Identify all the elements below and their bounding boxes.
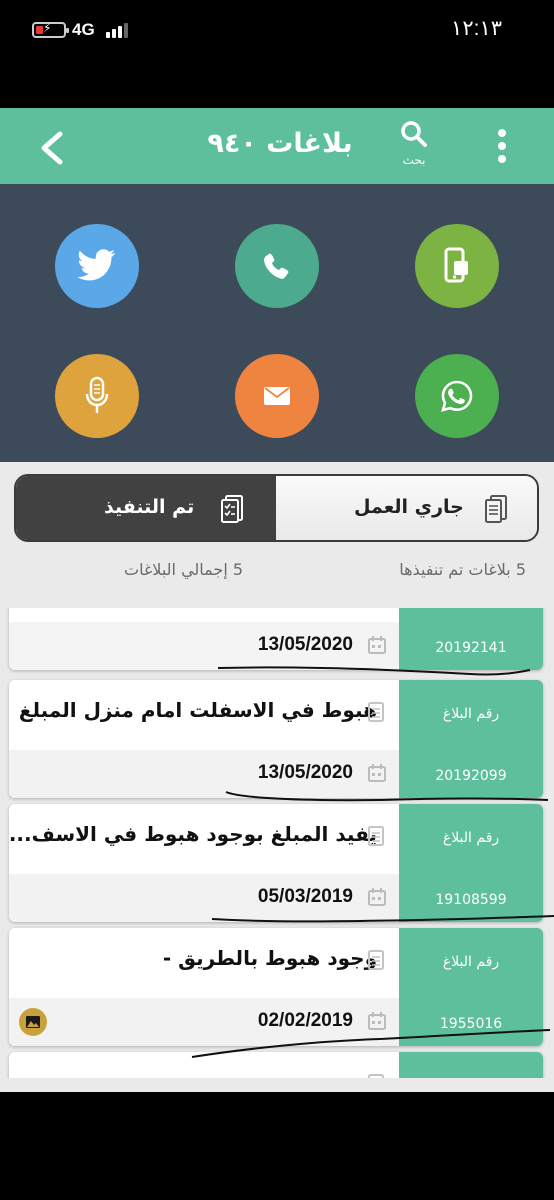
calendar-icon (368, 1012, 386, 1030)
page-title: بلاغات ٩٤٠ (207, 128, 353, 159)
report-card[interactable]: رقم البلاغ 1955016 وجود هبوط بالطريق - 0… (9, 928, 543, 1046)
twitter-icon[interactable] (55, 224, 139, 308)
completed-reports: 5 بلاغات تم تنفيذها (399, 560, 526, 579)
report-card[interactable] (9, 1052, 543, 1078)
calendar-icon (368, 888, 386, 906)
document-icon (368, 826, 384, 846)
report-date: 02/02/2019 (257, 1010, 353, 1031)
report-number-panel (399, 1052, 543, 1078)
date-row: 13/05/2020 (9, 750, 399, 798)
app-screen: بلاغات ٩٤٠ بحث تم التنفيذ جاري العمل 5 إ… (0, 108, 554, 1092)
status-tabs: تم التنفيذ جاري العمل (14, 474, 539, 542)
tab-done-label: تم التنفيذ (104, 496, 195, 518)
more-menu-icon[interactable] (488, 126, 516, 168)
report-date: 13/05/2020 (257, 634, 353, 655)
battery-icon: ⚡ (32, 21, 69, 38)
search-label: بحث (402, 153, 426, 167)
calendar-icon (368, 764, 386, 782)
back-icon[interactable] (36, 128, 76, 168)
report-date: 05/03/2019 (257, 886, 353, 907)
total-reports: 5 إجمالي البلاغات (124, 560, 244, 579)
date-row: 05/03/2019 (9, 874, 399, 922)
checklist-icon (220, 494, 244, 524)
status-bar: ⚡ 4G ١٢:١٣ (0, 0, 554, 60)
report-number-label: رقم البلاغ (442, 706, 500, 722)
date-row: 02/02/2019 (9, 998, 399, 1046)
tab-done[interactable]: تم التنفيذ (16, 476, 276, 540)
report-number: 20192141 (435, 640, 507, 656)
mobile-app-icon[interactable] (415, 224, 499, 308)
search-icon (401, 121, 427, 147)
mail-icon[interactable] (235, 354, 319, 438)
phone-icon[interactable] (235, 224, 319, 308)
date-row: 13/05/2020 (9, 622, 399, 670)
network-type: 4G (72, 20, 95, 39)
report-card[interactable]: 20192141 13/05/2020 (9, 608, 543, 670)
reports-list: 20192141 13/05/2020 رقم البلاغ 20192099 … (0, 608, 554, 1078)
stats-row: 5 إجمالي البلاغات 5 بلاغات تم تنفيذها (0, 560, 554, 586)
image-attachment-icon[interactable] (19, 1008, 47, 1036)
report-number-label: رقم البلاغ (442, 830, 500, 846)
document-icon (368, 702, 384, 722)
document-icon (368, 1074, 384, 1078)
report-number-panel: رقم البلاغ 20192099 (399, 680, 543, 798)
report-card[interactable]: رقم البلاغ 19108599 يفيد المبلغ بوجود هب… (9, 804, 543, 922)
report-number-panel: رقم البلاغ 19108599 (399, 804, 543, 922)
report-number-label: رقم البلاغ (442, 954, 500, 970)
microphone-icon[interactable] (55, 354, 139, 438)
tab-in-progress[interactable]: جاري العمل (276, 476, 537, 540)
search-button[interactable]: بحث (392, 120, 436, 176)
report-card[interactable]: رقم البلاغ 20192099 هبوط في الاسفلت امام… (9, 680, 543, 798)
whatsapp-icon[interactable] (415, 354, 499, 438)
report-number: 19108599 (435, 892, 507, 908)
document-icon (484, 494, 508, 524)
contact-actions (0, 184, 554, 462)
report-description: هبوط في الاسفلت امام منزل المبلغ (18, 698, 377, 722)
report-number-panel: 20192141 (399, 608, 543, 670)
report-number: 1955016 (439, 1016, 503, 1032)
report-number-panel: رقم البلاغ 1955016 (399, 928, 543, 1046)
calendar-icon (368, 636, 386, 654)
tab-in-progress-label: جاري العمل (354, 496, 464, 518)
report-description: وجود هبوط بالطريق - (162, 946, 377, 970)
report-description: يفيد المبلغ بوجود هبوط في الاسف... (9, 822, 377, 846)
document-icon (368, 950, 384, 970)
report-number: 20192099 (435, 768, 507, 784)
clock: ١٢:١٣ (451, 17, 502, 40)
app-bar: بلاغات ٩٤٠ بحث (0, 108, 554, 184)
report-date: 13/05/2020 (257, 762, 353, 783)
signal-icon (106, 22, 130, 38)
